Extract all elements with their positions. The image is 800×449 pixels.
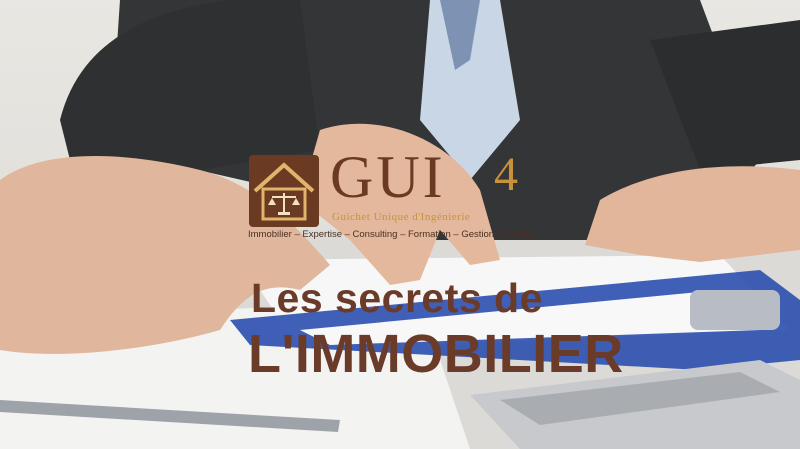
logo-badge — [249, 155, 319, 227]
scales-of-justice-house-icon — [253, 162, 315, 221]
company-logo: GUI 4 Guichet Unique d'Ingénierie Immobi… — [246, 147, 546, 245]
logo-services: Immobilier – Expertise – Consulting – Fo… — [248, 229, 534, 240]
logo-tagline: Guichet Unique d'Ingénierie — [332, 211, 471, 223]
binder-clip — [690, 290, 780, 330]
logo-number: 4 — [494, 148, 518, 201]
headline-line-1: Les secrets de — [251, 275, 543, 321]
left-sleeve — [60, 0, 320, 170]
headline-line-2: L'IMMOBILIER — [248, 324, 624, 384]
hero-banner: GUI 4 Guichet Unique d'Ingénierie Immobi… — [0, 0, 800, 449]
logo-wordmark: GUI — [330, 144, 446, 210]
